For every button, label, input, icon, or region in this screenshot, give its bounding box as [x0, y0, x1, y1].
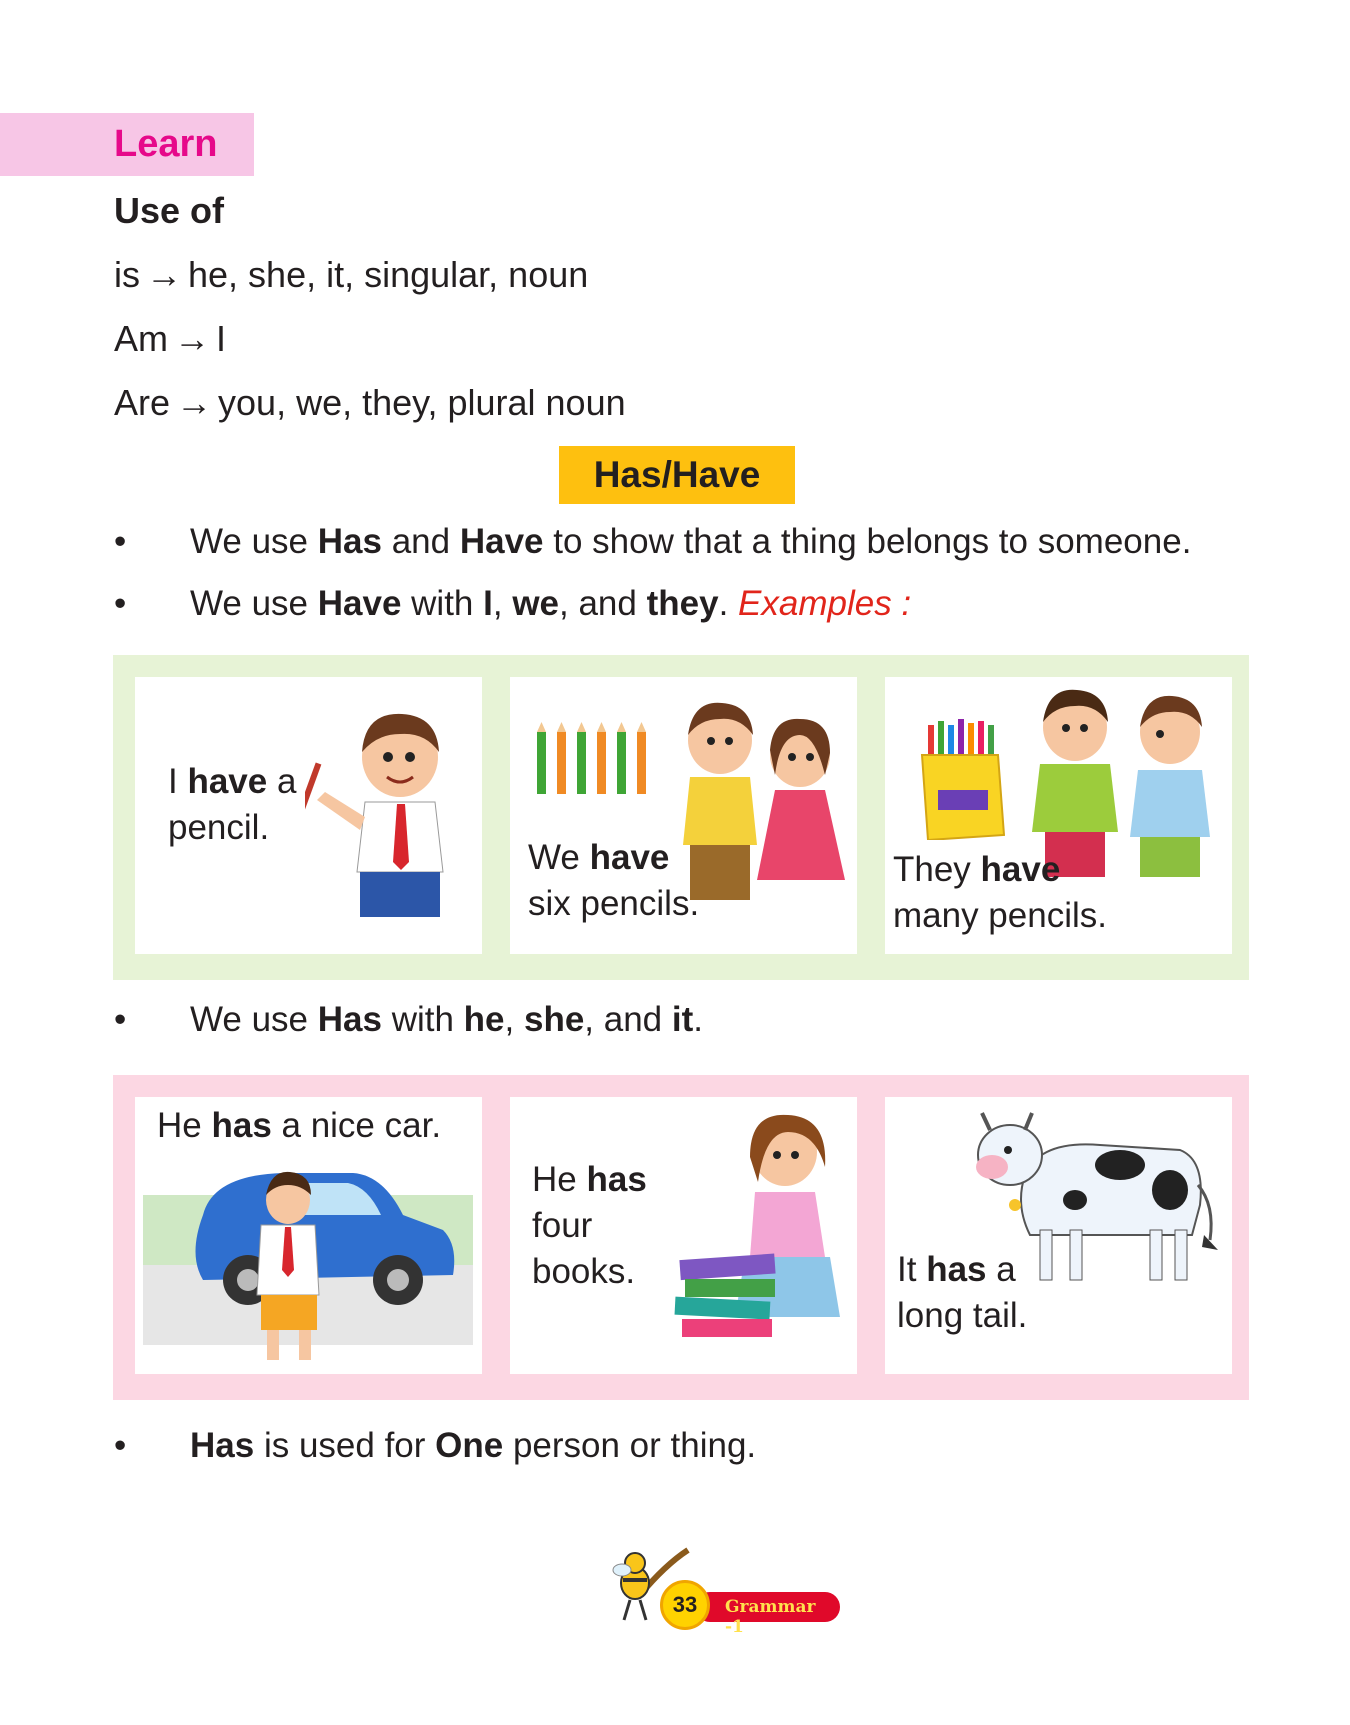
arrow-icon: → [146, 254, 182, 295]
pencils-illustration [537, 722, 646, 794]
page-footer: Grammar -1 33 [610, 1545, 840, 1637]
section-title: Has/Have [559, 446, 795, 504]
example-caption: We have six pencils. [528, 838, 700, 923]
example-card: He has a nice car. [135, 1097, 482, 1374]
book-title-badge: Grammar -1 [695, 1592, 840, 1637]
example-card: They have many pencils. [885, 677, 1232, 954]
bullet-text: We use Has with he, she, and it. [190, 1000, 703, 1039]
example-caption: It has a long tail. [897, 1250, 1028, 1335]
bullet-icon: • [114, 1000, 127, 1039]
learn-label: Learn [114, 123, 218, 165]
rule-meaning: I [216, 318, 227, 359]
example-caption: He has four books. [532, 1160, 647, 1291]
have-examples-panel: I have a pencil. We have six pencils. Th… [113, 655, 1249, 980]
rule-term: is [114, 254, 140, 295]
example-card: We have six pencils. [510, 677, 857, 954]
learn-tab: Learn [0, 113, 254, 176]
bullet-text: We use Have with I, we, and they. Exampl… [190, 584, 912, 623]
example-caption: They have many pencils. [893, 850, 1107, 935]
example-caption: I have a pencil. [168, 762, 297, 847]
pencil-box-illustration [920, 719, 1005, 840]
rule-meaning: he, she, it, singular, noun [188, 254, 589, 295]
book-title: Grammar -1 [725, 1597, 816, 1637]
boy-with-car-illustration [143, 1171, 473, 1360]
has-examples-panel: He has a nice car. He has four books. It… [113, 1075, 1249, 1400]
bullet-text: Has is used for One person or thing. [190, 1426, 757, 1465]
examples-label: Examples : [738, 584, 912, 623]
arrow-icon: → [176, 382, 213, 423]
example-card: It has a long tail. [885, 1097, 1232, 1374]
girl-with-books-illustration [674, 1114, 840, 1337]
example-card: He has four books. [510, 1097, 857, 1374]
page-number: 33 [660, 1580, 710, 1630]
boy-with-pencil-illustration [305, 713, 444, 917]
rule-is: is → he, she, it, singular, noun [114, 254, 588, 296]
rule-are: Are → you, we, they, plural noun [114, 382, 626, 424]
rule-am: Am → I [114, 318, 226, 360]
rule-term: Am [114, 318, 168, 359]
rule-term: Are [114, 382, 171, 423]
use-of-title: Use of [114, 190, 225, 231]
arrow-icon: → [174, 318, 210, 359]
bullet-text: We use Has and Have to show that a thing… [190, 522, 1192, 561]
bullet-icon: • [114, 1426, 127, 1465]
bullet-icon: • [114, 584, 127, 623]
rule-meaning: you, we, they, plural noun [218, 382, 626, 423]
example-caption: He has a nice car. [157, 1106, 442, 1145]
bullet-icon: • [114, 522, 127, 561]
example-card: I have a pencil. [135, 677, 482, 954]
